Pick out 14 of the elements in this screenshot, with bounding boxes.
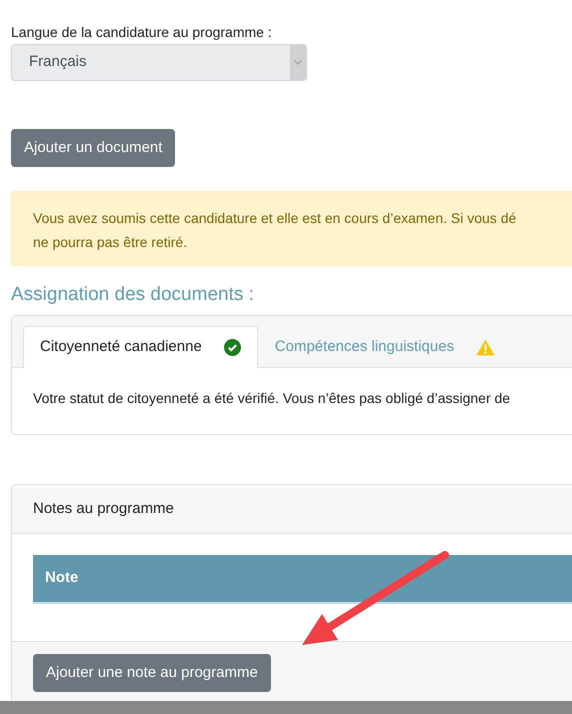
check-circle-icon (224, 338, 241, 356)
alert-text-line: Vous avez soumis cette candidature et elle est en cours d’examen. Si vous dé (33, 209, 516, 228)
alert-text-line: ne pourra pas être retiré. (33, 233, 188, 252)
column-header: Note (44, 568, 78, 588)
add-document-button[interactable]: Ajouter un document (11, 129, 176, 167)
section-heading: Assignation des documents : (11, 283, 254, 307)
card-title: Notes au programme (33, 498, 174, 519)
panel-text: Votre statut de citoyenneté a été vérifié. Vous n’êtes pas obligé d’assigner de (32, 389, 510, 408)
chevron-down-icon (294, 60, 302, 65)
warning-icon (476, 338, 496, 356)
add-note-button[interactable]: Ajouter une note au programme (33, 654, 271, 692)
field-label: Langue de la candidature au programme : (11, 23, 273, 41)
tab[interactable]: Citoyenneté canadienne (23, 326, 258, 368)
tab[interactable]: Compétences linguistiques (258, 326, 512, 368)
